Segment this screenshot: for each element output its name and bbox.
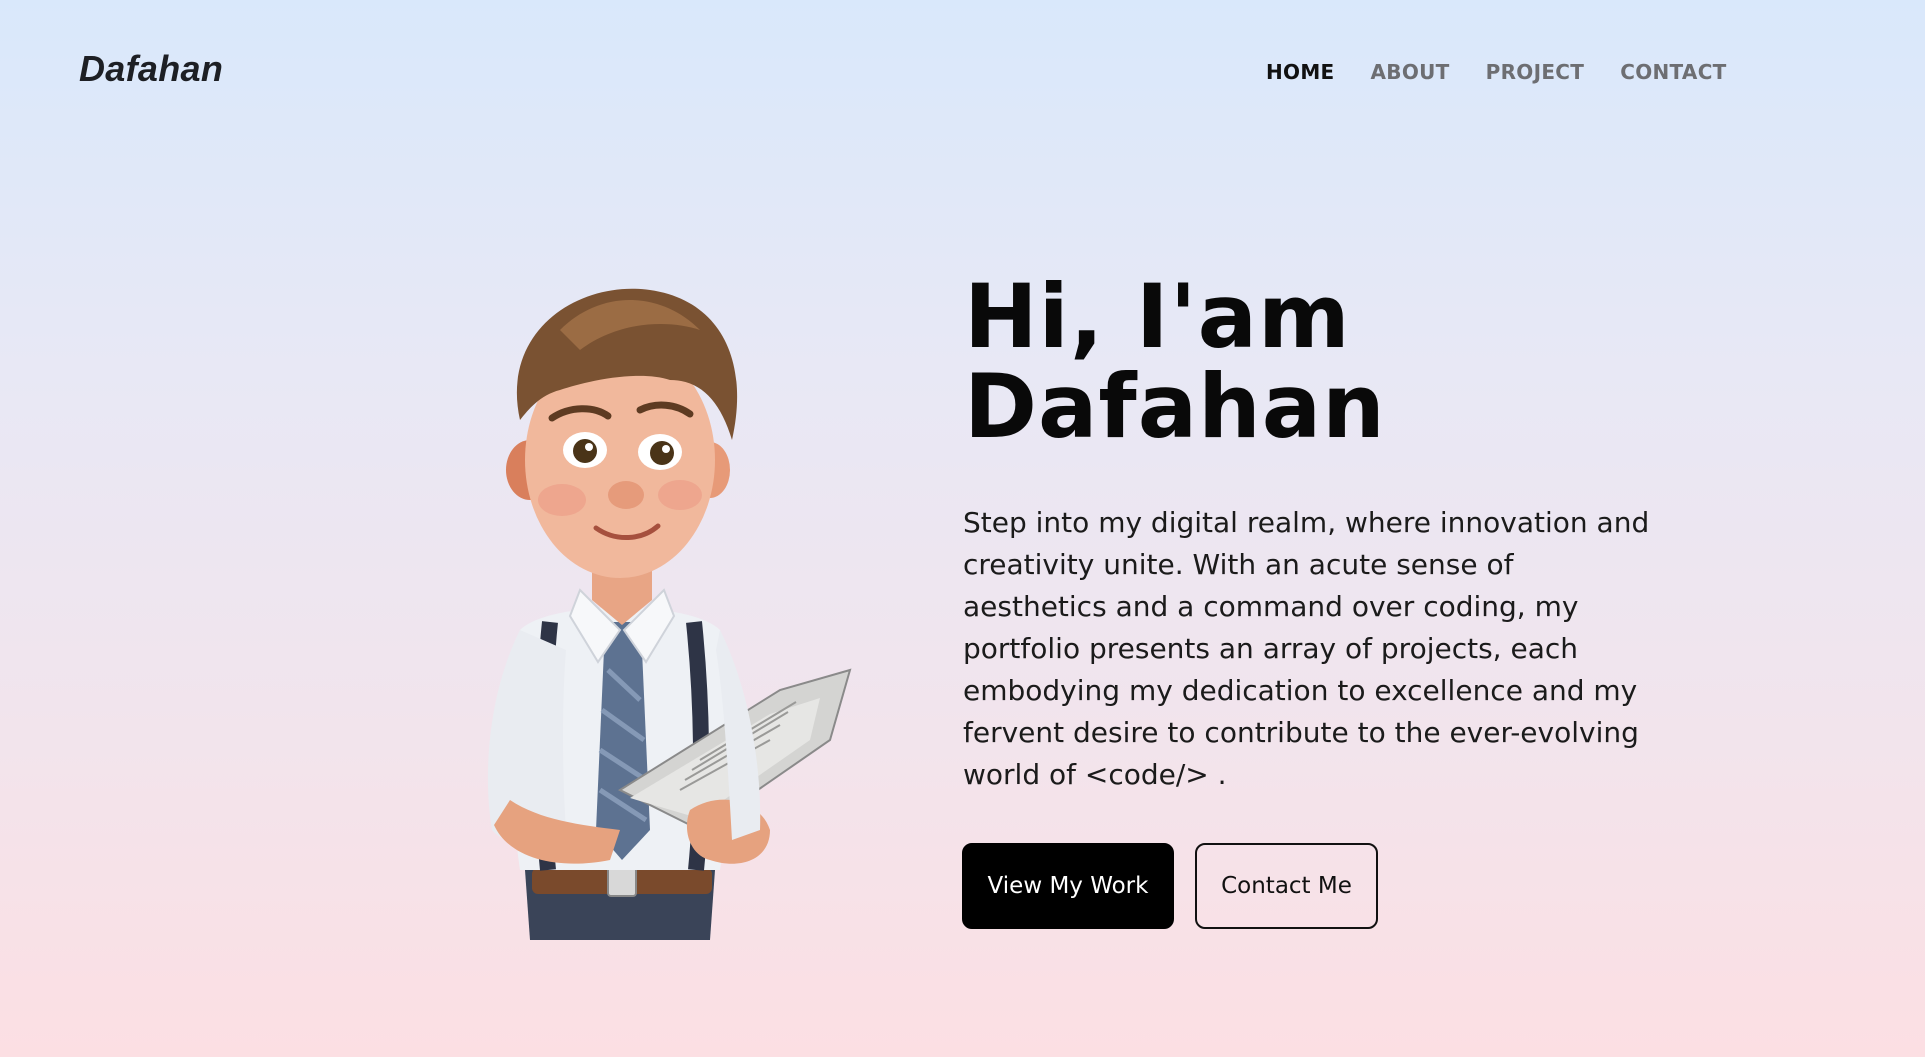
hero-heading-line-2: Dafahan bbox=[964, 355, 1386, 458]
hero-heading-line-1: Hi, I'am bbox=[964, 265, 1351, 368]
contact-me-button[interactable]: Contact Me bbox=[1195, 843, 1378, 929]
nav-link-project[interactable]: PROJECT bbox=[1486, 60, 1585, 84]
hero-heading: Hi, I'am Dafahan bbox=[964, 272, 1386, 452]
nav-link-home[interactable]: HOME bbox=[1266, 60, 1335, 84]
nav-item-home: HOME bbox=[1266, 60, 1335, 84]
nav-link-contact[interactable]: CONTACT bbox=[1620, 60, 1726, 84]
nav-link-about[interactable]: ABOUT bbox=[1371, 60, 1450, 84]
view-my-work-button[interactable]: View My Work bbox=[962, 843, 1174, 929]
logo[interactable]: Dafahan bbox=[79, 48, 223, 90]
hero-description: Step into my digital realm, where innova… bbox=[963, 506, 1650, 791]
nav-item-contact: CONTACT bbox=[1620, 60, 1726, 84]
hero-illustration bbox=[470, 270, 880, 940]
main-nav: HOME ABOUT PROJECT CONTACT bbox=[1266, 60, 1727, 84]
nav-item-about: ABOUT bbox=[1371, 60, 1450, 84]
nav-item-project: PROJECT bbox=[1486, 60, 1585, 84]
boy-reading-newspaper-illustration bbox=[487, 288, 852, 940]
